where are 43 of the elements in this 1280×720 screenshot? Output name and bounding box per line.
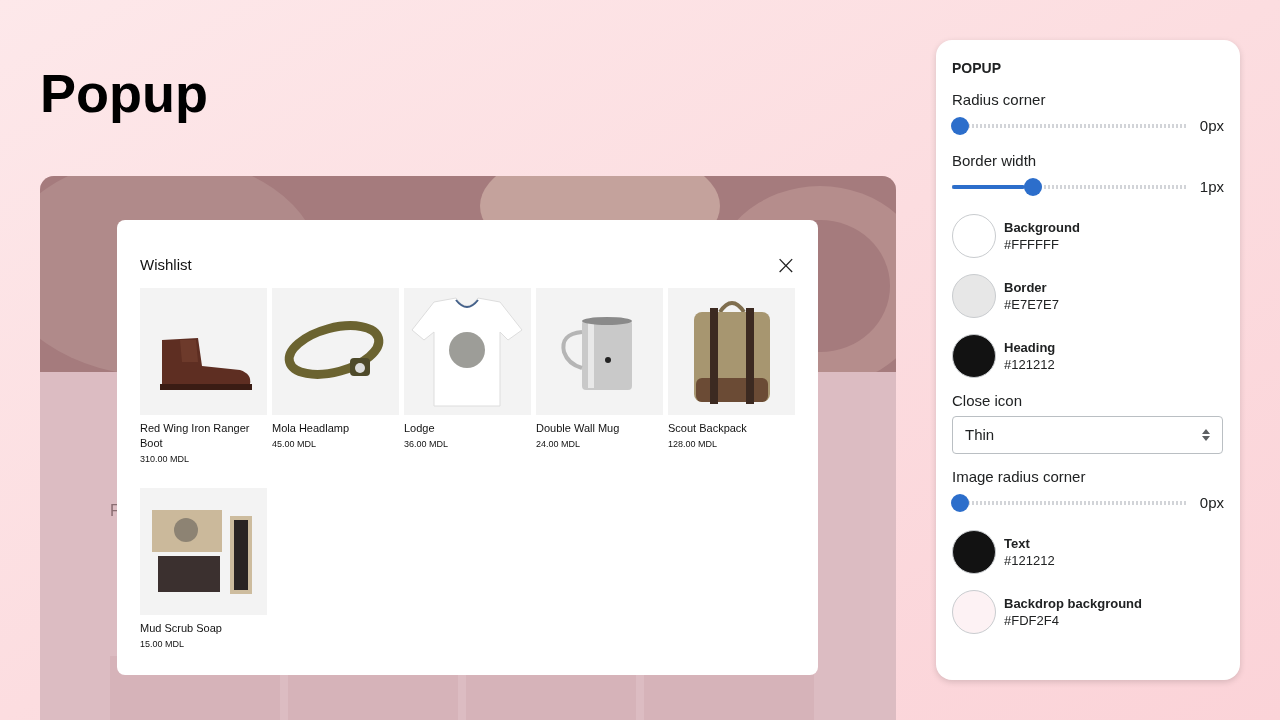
color-value: #121212 xyxy=(1004,356,1056,373)
slider-label: Border width xyxy=(952,151,1038,171)
product-name: Scout Backpack xyxy=(668,421,748,436)
slider-value: 0px xyxy=(1199,115,1224,136)
select-label: Close icon xyxy=(952,391,1024,411)
product-price: 15.00 MDL xyxy=(140,638,186,651)
product-name: Mola Headlamp xyxy=(272,421,351,436)
product-name: Mud Scrub Soap xyxy=(140,621,223,636)
panel-title: POPUP xyxy=(952,60,1002,77)
slider[interactable] xyxy=(952,116,1188,136)
color-label: Background xyxy=(1004,219,1080,236)
color-label: Heading xyxy=(1004,339,1056,356)
sort-arrows-icon xyxy=(1202,429,1210,441)
color-swatch[interactable] xyxy=(952,274,996,318)
slider-thumb[interactable] xyxy=(951,494,969,512)
slider-label: Image radius corner xyxy=(952,467,1087,487)
color-label: Border xyxy=(1004,279,1048,296)
slider-label: Radius corner xyxy=(952,90,1047,110)
product-name: Red Wing Iron Ranger Boot xyxy=(140,421,251,451)
product-name: Double Wall Mug xyxy=(536,421,621,436)
close-icon-select[interactable]: Thin xyxy=(952,416,1223,454)
product-price: 36.00 MDL xyxy=(404,438,450,451)
product-price: 24.00 MDL xyxy=(536,438,582,451)
color-value: #FDF2F4 xyxy=(1004,612,1060,629)
product-price: 45.00 MDL xyxy=(272,438,318,451)
slider[interactable] xyxy=(952,493,1188,513)
color-swatch[interactable] xyxy=(952,334,996,378)
color-swatch[interactable] xyxy=(952,214,996,258)
slider-value: 1px xyxy=(1199,176,1224,197)
product-price: 128.00 MDL xyxy=(668,438,719,451)
color-value: #121212 xyxy=(1004,552,1055,569)
color-value: #FFFFFF xyxy=(1004,236,1060,253)
product-price: 310.00 MDL xyxy=(140,453,191,466)
color-swatch[interactable] xyxy=(952,590,996,634)
slider-thumb[interactable] xyxy=(1023,178,1042,196)
color-label: Text xyxy=(1004,535,1031,552)
slider-value: 0px xyxy=(1199,492,1224,513)
slider[interactable] xyxy=(952,177,1188,197)
product-name: Lodge xyxy=(404,421,436,436)
slider-thumb[interactable] xyxy=(951,117,969,135)
color-swatch[interactable] xyxy=(952,530,996,574)
color-value: #E7E7E7 xyxy=(1004,296,1059,313)
color-label: Backdrop background xyxy=(1004,595,1142,612)
